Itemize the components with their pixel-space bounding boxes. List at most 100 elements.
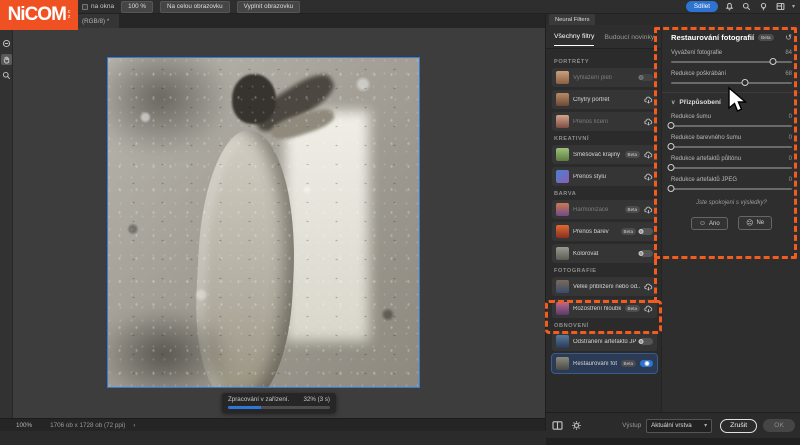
slider-knob[interactable] xyxy=(668,143,675,150)
share-button[interactable]: Sdílet xyxy=(686,1,718,12)
slider-track[interactable] xyxy=(671,125,792,127)
fill-screen-button[interactable]: Vyplnit obrazovku xyxy=(237,1,300,13)
category-restoration: OBNOVENÍ xyxy=(554,323,657,329)
filter-item-smart-portrait[interactable]: Chytrý portrét xyxy=(552,90,657,109)
dialog-footer: Výstup Aktuální vrstva ▾ Zrušit OK xyxy=(546,412,800,438)
filter-thumbnail xyxy=(556,93,569,106)
category-photography: FOTOGRAFIE xyxy=(554,268,657,274)
ok-button[interactable]: OK xyxy=(763,419,795,432)
filter-item-color-transfer[interactable]: Přenos barev Beta xyxy=(552,222,657,241)
smile-icon: ☺ xyxy=(699,220,706,227)
filter-thumbnail xyxy=(556,115,569,128)
slider-value: 84 xyxy=(785,50,792,56)
canvas-area[interactable]: Zpracování v zařízení. 32% (3 s) xyxy=(13,28,545,418)
circle-minus-icon[interactable] xyxy=(1,38,12,49)
status-doc-info: 1706 ob x 1728 ob (72 ppi) xyxy=(50,422,125,429)
filter-item-harmonization[interactable]: Harmonizace Beta xyxy=(552,200,657,219)
idea-icon[interactable] xyxy=(758,1,769,12)
slider-track[interactable] xyxy=(671,61,792,63)
photo-preview[interactable] xyxy=(107,57,420,388)
toggle-off[interactable] xyxy=(640,74,653,81)
reset-icon[interactable]: ↺ xyxy=(785,34,792,42)
cloud-download-icon[interactable] xyxy=(644,278,653,296)
gear-icon[interactable] xyxy=(571,420,582,431)
filter-item-super-zoom[interactable]: Velké přiblížení nebo od... xyxy=(552,277,657,296)
feedback-yes-button[interactable]: ☺ Ano xyxy=(691,217,728,230)
fit-screen-button[interactable]: Na celou obrazovku xyxy=(160,1,230,13)
output-select[interactable]: Aktuální vrstva ▾ xyxy=(646,419,712,433)
cloud-download-icon[interactable] xyxy=(644,168,653,186)
cloud-download-icon[interactable] xyxy=(644,91,653,109)
toggle-off[interactable] xyxy=(640,250,653,257)
category-color: BARVA xyxy=(554,191,657,197)
resize-windows-option[interactable]: na okna xyxy=(82,3,114,10)
frown-icon: ☹ xyxy=(746,219,753,227)
chevron-down-icon[interactable]: ▾ xyxy=(792,3,795,10)
split-view-icon[interactable] xyxy=(552,420,563,431)
status-zoom[interactable]: 100% xyxy=(16,422,32,429)
beta-badge: Beta xyxy=(621,228,636,235)
filter-item-makeup-transfer[interactable]: Přenos líčení xyxy=(552,112,657,131)
slider-value: 0 xyxy=(789,177,792,183)
beta-badge: Beta xyxy=(625,305,640,312)
toggle-on[interactable] xyxy=(640,360,653,367)
status-chevron-icon[interactable]: › xyxy=(133,422,135,429)
filter-thumbnail xyxy=(556,170,569,183)
tab-future[interactable]: Budoucí novinky xyxy=(604,28,654,46)
beta-badge: Beta xyxy=(625,206,640,213)
slider-value: 0 xyxy=(789,156,792,162)
cloud-download-icon[interactable] xyxy=(644,113,653,131)
slider-track[interactable] xyxy=(671,82,792,84)
slider-knob[interactable] xyxy=(668,164,675,171)
cloud-download-icon[interactable] xyxy=(644,201,653,219)
slider-knob[interactable] xyxy=(668,185,675,192)
toggle-off[interactable] xyxy=(640,228,653,235)
slider-knob[interactable] xyxy=(668,122,675,129)
filter-item-jpeg-artifacts-removal[interactable]: Odstranění artefaktů JPEG xyxy=(552,332,657,351)
mouse-cursor xyxy=(726,86,752,119)
filter-item-colorize[interactable]: Kolorovat xyxy=(552,244,657,263)
hand-tool-icon[interactable] xyxy=(1,54,12,65)
slider-track[interactable] xyxy=(671,146,792,148)
slider-track[interactable] xyxy=(671,167,792,169)
processing-toast: Zpracování v zařízení. 32% (3 s) xyxy=(222,393,336,413)
filter-thumbnail xyxy=(556,335,569,348)
document-tab-strip: (RGB/8) * xyxy=(0,14,545,28)
cloud-download-icon[interactable] xyxy=(644,300,653,318)
dialog-bottom-strip xyxy=(546,438,800,445)
zoom-100-button[interactable]: 100 % xyxy=(121,1,153,13)
feedback-block: Jste spokojeni s výsledky? ☺ Ano ☹ Ne xyxy=(671,200,792,230)
filter-thumbnail xyxy=(556,203,569,216)
slider-value: 68 xyxy=(785,71,792,77)
cancel-button[interactable]: Zrušit xyxy=(720,419,757,433)
zoom-tool-icon[interactable] xyxy=(1,70,12,81)
beta-badge: Beta xyxy=(625,151,640,158)
beta-badge: Beta xyxy=(758,34,773,41)
filter-item-style-transfer[interactable]: Přenos stylu xyxy=(552,167,657,186)
resize-windows-label: na okna xyxy=(91,3,114,10)
filter-thumbnail xyxy=(556,225,569,238)
category-creative: KREATIVNÍ xyxy=(554,136,657,142)
search-icon[interactable] xyxy=(741,1,752,12)
collapse-icon: ∨ xyxy=(671,99,675,106)
checkbox[interactable] xyxy=(82,4,88,10)
slider-knob[interactable] xyxy=(741,79,748,86)
feedback-no-button[interactable]: ☹ Ne xyxy=(738,216,772,230)
slider-photo-enhancement: Vyvážení fotografie 84 xyxy=(671,50,792,63)
dialog-title-tab: Neural Filters xyxy=(549,14,595,25)
document-tab-title: (RGB/8) * xyxy=(82,18,109,25)
bell-icon[interactable] xyxy=(724,1,735,12)
processing-label: Zpracování v zařízení. xyxy=(228,396,289,403)
filter-item-landscape-mixer[interactable]: Směšovač krajiny Beta xyxy=(552,145,657,164)
filter-item-photo-restoration[interactable]: Restaurování foto... Beta xyxy=(552,354,657,373)
cloud-download-icon[interactable] xyxy=(644,146,653,164)
slider-track[interactable] xyxy=(671,188,792,190)
slider-knob[interactable] xyxy=(769,58,776,65)
tab-all-filters[interactable]: Všechny filtry xyxy=(554,27,594,46)
slider-color-noise-reduction: Redukce barevného šumu 0 xyxy=(671,135,792,148)
workspace-icon[interactable] xyxy=(775,1,786,12)
filter-item-skin-smoothing[interactable]: Vyhlazení pleti xyxy=(552,68,657,87)
beta-badge: Beta xyxy=(621,360,636,367)
toggle-off[interactable] xyxy=(640,338,653,345)
filter-item-depth-blur[interactable]: Rozostření hloubky Beta xyxy=(552,299,657,318)
